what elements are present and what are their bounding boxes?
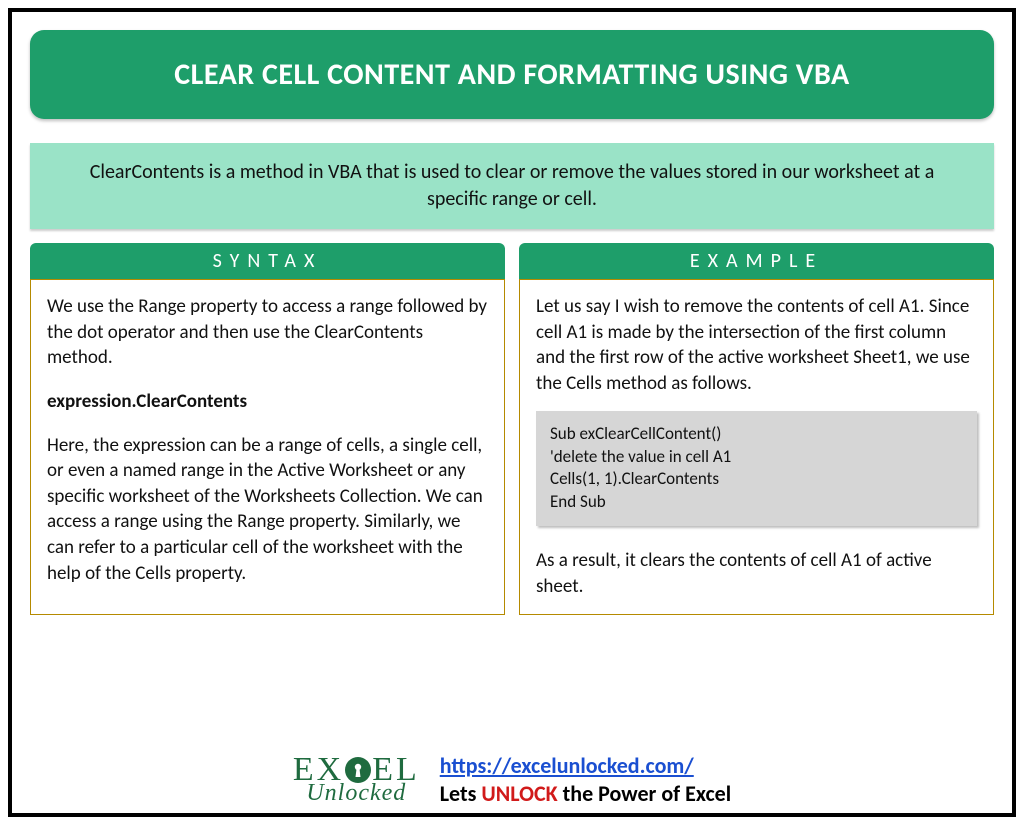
example-column: EXAMPLE Let us say I wish to remove the … [519,243,994,615]
document-frame: CLEAR CELL CONTENT AND FORMATTING USING … [8,8,1016,817]
syntax-expression: expression.ClearContents [47,389,488,415]
logo: EX EL Unlocked [293,756,420,803]
example-para2: As a result, it clears the contents of c… [536,549,932,598]
footer: EX EL Unlocked https://excelunlocked.com… [12,752,1012,807]
title-text: CLEAR CELL CONTENT AND FORMATTING USING … [174,56,849,93]
syntax-para2: Here, the expression can be a range of c… [47,434,483,585]
syntax-body: We use the Range property to access a ra… [30,279,505,615]
syntax-column: SYNTAX We use the Range property to acce… [30,243,505,615]
syntax-para1: We use the Range property to access a ra… [47,295,487,369]
example-header-text: EXAMPLE [690,249,823,273]
tagline-post: the Power of Excel [558,780,731,807]
code-line-2: 'delete the value in cell A1 [550,446,963,469]
code-line-3: Cells(1, 1).ClearContents [550,468,963,491]
code-line-1: Sub exClearCellContent() [550,423,963,446]
intro-box: ClearContents is a method in VBA that is… [30,143,994,229]
logo-bottom: Unlocked [306,783,406,803]
title-banner: CLEAR CELL CONTENT AND FORMATTING USING … [30,30,994,119]
code-line-4: End Sub [550,491,963,514]
intro-text: ClearContents is a method in VBA that is… [90,160,935,211]
syntax-header-text: SYNTAX [213,249,323,273]
syntax-header: SYNTAX [30,243,505,279]
footer-url-link[interactable]: https://excelunlocked.com/ [440,752,694,779]
example-body: Let us say I wish to remove the contents… [519,279,994,615]
columns: SYNTAX We use the Range property to acce… [30,243,994,615]
code-block: Sub exClearCellContent() 'delete the val… [536,411,977,527]
tagline-unlock: UNLOCK [481,780,557,807]
example-header: EXAMPLE [519,243,994,279]
footer-text: https://excelunlocked.com/ Lets UNLOCK t… [440,752,731,807]
tagline-pre: Lets [440,780,482,807]
footer-tagline: Lets UNLOCK the Power of Excel [440,780,731,807]
example-para1: Let us say I wish to remove the contents… [536,294,977,397]
